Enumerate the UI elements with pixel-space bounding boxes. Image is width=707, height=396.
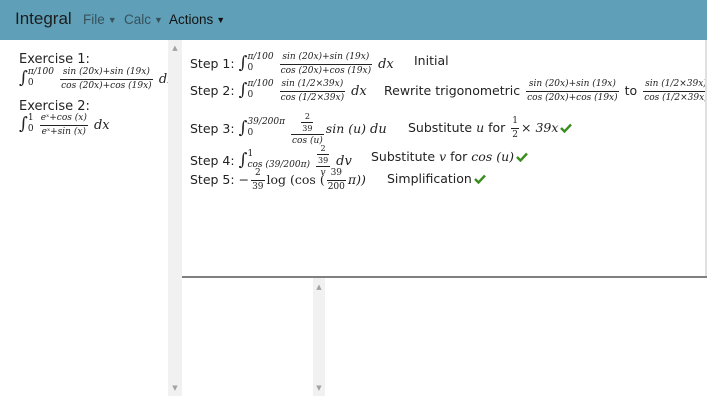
step-1-note: Initial xyxy=(414,53,449,68)
to-word: to xyxy=(624,83,638,98)
steps-panel: Step 1: ∫ π/100 0 sin (20x)+sin (19x) cos (… xyxy=(182,40,707,276)
integrand-numerator: sin (1/2×39x) xyxy=(279,79,346,92)
upper-limit: π/100 xyxy=(247,51,274,62)
step-label: Step 3: xyxy=(190,121,235,136)
app-title: Integral xyxy=(15,9,72,28)
bottom-right-pane xyxy=(325,278,707,396)
from-denominator: cos (20x)+cos (19x) xyxy=(527,93,618,103)
scroll-up-icon[interactable]: ▲ xyxy=(313,283,325,291)
rule-name: Substitute xyxy=(371,149,436,164)
scroll-down-icon[interactable]: ▼ xyxy=(313,384,325,392)
caret-down-icon: ▼ xyxy=(154,15,163,25)
coef-numerator: 1 xyxy=(511,116,520,129)
from-numerator: sin (20x)+sin (19x) xyxy=(526,79,619,92)
lower-limit: 0 xyxy=(247,62,254,73)
integrand-denominator: eˣ+sin (x) xyxy=(41,127,86,137)
integral-sign: ∫ xyxy=(19,114,28,134)
minus-sign: − xyxy=(238,172,250,187)
differential: dx xyxy=(93,118,110,133)
step-3[interactable]: Step 3: ∫ 39/200π 0 2 39 cos (u) sin (u) du xyxy=(190,112,387,147)
bottom-left-pane xyxy=(182,278,313,396)
integral-sign: ∫ xyxy=(238,150,248,170)
step-label: Step 2: xyxy=(190,83,235,98)
caret-down-icon: ▼ xyxy=(107,15,117,25)
inner-denominator: 200 xyxy=(327,182,345,192)
step-2-note: Rewrite trigonometric sin (20x)+sin (19x… xyxy=(384,79,707,104)
integrand-numerator: sin (20x)+sin (19x) xyxy=(279,52,373,65)
step-label: Step 1: xyxy=(190,56,235,71)
step-label: Step 4: xyxy=(190,153,235,168)
step-1[interactable]: Step 1: ∫ π/100 0 sin (20x)+sin (19x) cos (… xyxy=(190,52,394,77)
exercise-1-label[interactable]: Exercise 1: xyxy=(19,52,90,67)
exercise-1-integral[interactable]: ∫ π/100 0 sin (20x)+sin (19x) cos (20x)+cos… xyxy=(19,67,174,92)
differential: dv xyxy=(336,154,352,169)
step-2[interactable]: Step 2: ∫ π/100 0 sin (1/2×39x) cos (1/2×39… xyxy=(190,79,367,104)
upper-limit: 1 xyxy=(27,112,34,123)
integrand-numerator: sin (20x)+sin (19x) xyxy=(60,67,153,80)
check-icon xyxy=(560,123,573,133)
step-label: Step 5: xyxy=(190,172,235,187)
integrand-numerator: 2 39 xyxy=(315,144,331,167)
integrand-function: sin (u) xyxy=(325,121,367,136)
step-4-note: Substitute v for cos (u) xyxy=(371,149,528,164)
integrand-denominator: cos (1/2×39x) xyxy=(280,93,345,103)
to-denominator: cos (1/2×39x) xyxy=(644,93,707,103)
variable: v xyxy=(439,149,447,164)
exercise-panel: Exercise 1: ∫ π/100 0 sin (20x)+sin (19x) c… xyxy=(0,40,174,396)
caret-down-icon: ▼ xyxy=(216,15,226,25)
upper-limit: 1 xyxy=(247,148,254,159)
rule-name: Substitute xyxy=(408,120,473,135)
rule-name: Simplification xyxy=(387,171,472,186)
menu-file-label: File xyxy=(83,12,105,27)
log-tail: π)) xyxy=(347,172,366,187)
lower-limit: 0 xyxy=(247,127,254,138)
differential: dx xyxy=(378,57,394,72)
to-numerator: sin (1/2×39x) xyxy=(643,79,707,92)
check-icon xyxy=(473,174,486,184)
menu-calc-label: Calc xyxy=(124,12,152,27)
menu-actions-label: Actions xyxy=(169,12,214,27)
integrand-numerator: eˣ+cos (x) xyxy=(39,113,88,126)
menu-file[interactable]: File ▼ xyxy=(83,12,117,27)
step-3-note: Substitute u for 1 2 × 39x xyxy=(408,116,573,141)
upper-limit: π/100 xyxy=(247,78,274,89)
coef-denominator: 39 xyxy=(252,182,264,192)
menu-calc[interactable]: Calc ▼ xyxy=(124,12,163,27)
scroll-down-icon[interactable]: ▼ xyxy=(168,384,182,392)
inner-numerator: 39 xyxy=(326,168,346,181)
integral-sign: ∫ xyxy=(19,68,28,88)
menu-actions[interactable]: Actions ▼ xyxy=(169,12,225,27)
upper-limit: π/100 xyxy=(27,66,54,77)
log-expression: log (cos ( xyxy=(266,172,325,187)
differential: dx xyxy=(351,84,367,99)
integrand-numerator: 2 39 xyxy=(291,112,324,135)
navbar: Integral File ▼ Calc ▼ Actions ▼ xyxy=(0,0,707,40)
integral-sign: ∫ xyxy=(238,118,248,138)
rule-name: Initial xyxy=(414,53,449,68)
exercise-2-integral[interactable]: ∫ 1 0 eˣ+cos (x) eˣ+sin (x) dx xyxy=(19,113,110,138)
variable: u xyxy=(476,120,485,135)
coef-denominator: 2 xyxy=(512,130,519,140)
lower-limit: 0 xyxy=(27,77,34,88)
bottom-pane-scrollbar[interactable]: ▲ ▼ xyxy=(313,278,325,396)
integrand-denominator: cos (20x)+cos (19x) xyxy=(61,81,152,91)
for-word: for xyxy=(488,120,506,135)
rule-name: Rewrite trigonometric xyxy=(384,83,521,98)
substitution-tail: × 39x xyxy=(521,120,559,135)
exercise-panel-scrollbar[interactable]: ▲ ▼ xyxy=(168,40,182,396)
lower-limit: 0 xyxy=(27,123,34,134)
lower-limit: 0 xyxy=(247,89,254,100)
substitution-target: cos (u) xyxy=(471,149,515,164)
coef-numerator: 2 xyxy=(251,168,265,181)
upper-limit: 39/200π xyxy=(247,116,286,127)
integrand-denominator: cos (20x)+cos (19x) xyxy=(280,66,372,76)
step-5-note: Simplification xyxy=(387,171,486,186)
for-word: for xyxy=(450,149,468,164)
check-icon xyxy=(516,152,528,162)
differential: du xyxy=(370,122,387,137)
step-5[interactable]: Step 5: −2 39 log (cos (39 200 π)) xyxy=(190,168,366,193)
scroll-up-icon[interactable]: ▲ xyxy=(168,44,182,52)
